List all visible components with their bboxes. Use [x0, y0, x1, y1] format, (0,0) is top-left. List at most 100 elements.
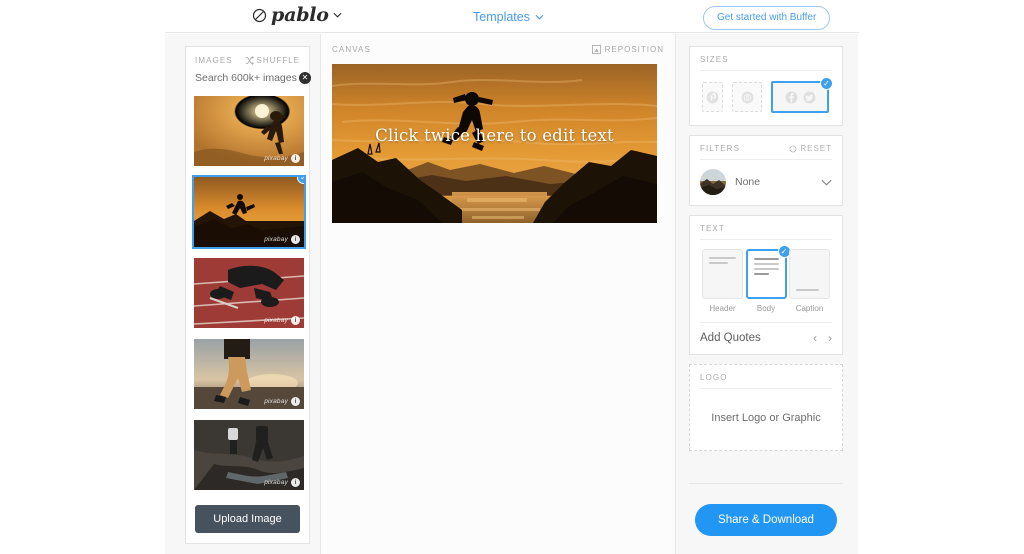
app-header: pablo Templates Get started with Buffer [0, 0, 1024, 33]
reposition-button[interactable]: REPOSITION [591, 45, 664, 54]
circle-slash-icon [252, 8, 267, 22]
images-panel: IMAGES SHUFFLE ✕ [185, 46, 311, 544]
text-preview-header [702, 249, 743, 299]
text-option-body[interactable]: ✓ Body [745, 245, 791, 313]
settings-spacer [689, 460, 843, 483]
image-search-row: ✕ [186, 72, 311, 92]
pablo-logo[interactable]: pablo [252, 4, 342, 26]
filter-selector[interactable]: None [700, 169, 832, 195]
image-thumbnail[interactable]: pixabay i [192, 418, 306, 492]
reset-label: RESET [800, 144, 832, 153]
text-option-header[interactable]: Header [702, 249, 743, 313]
info-icon[interactable]: i [291, 154, 300, 163]
preview-line [753, 258, 779, 260]
templates-menu[interactable]: Templates [473, 10, 544, 24]
canvas-header: CANVAS REPOSITION [332, 45, 664, 64]
shuffle-label: SHUFFLE [256, 56, 300, 65]
search-input[interactable] [195, 72, 299, 84]
pixabay-watermark: pixabay i [264, 235, 300, 244]
preview-line [796, 289, 819, 291]
settings-column: SIZES ✓ FILTERS RESET None TEXT Header ✓… [676, 34, 856, 554]
logo-text: pablo [271, 4, 329, 26]
preview-line [753, 268, 779, 270]
preview-line [753, 273, 769, 275]
image-thumbnail[interactable]: pixabay i [192, 337, 306, 411]
size-option-pinterest[interactable] [702, 82, 723, 112]
facebook-icon [785, 91, 797, 103]
filters-header: FILTERS RESET [700, 144, 832, 160]
info-icon[interactable]: i [291, 235, 300, 244]
image-thumbnail[interactable]: pixabay i [192, 94, 306, 168]
app-body: IMAGES SHUFFLE ✕ [165, 34, 858, 554]
add-quotes-label[interactable]: Add Quotes [700, 332, 761, 344]
images-column: IMAGES SHUFFLE ✕ [165, 34, 320, 554]
sizes-options: ✓ [700, 77, 833, 115]
image-thumbnail[interactable]: pixabay i [192, 256, 306, 330]
info-icon[interactable]: i [291, 478, 300, 487]
clear-search-icon[interactable]: ✕ [299, 72, 311, 84]
image-thumbnail[interactable]: ✓ pixabay i [192, 175, 306, 249]
watermark-text: pixabay [264, 317, 288, 324]
shuffle-icon [245, 56, 254, 65]
text-option-label: Caption [795, 304, 824, 313]
chevron-down-icon[interactable] [821, 179, 832, 186]
watermark-text: pixabay [264, 155, 288, 162]
filter-selected-label: None [735, 176, 761, 188]
get-started-with-buffer-button[interactable]: Get started with Buffer [703, 6, 831, 30]
chevron-down-icon [333, 12, 342, 18]
images-panel-header: IMAGES SHUFFLE [186, 47, 309, 72]
sizes-title: SIZES [700, 55, 729, 64]
shuffle-button[interactable]: SHUFFLE [245, 56, 300, 65]
filter-thumb-art [700, 169, 726, 195]
text-preview-body: ✓ [745, 245, 791, 299]
text-title: TEXT [700, 224, 725, 233]
watermark-text: pixabay [264, 236, 288, 243]
share-divider [689, 483, 843, 484]
thumbnail-list: pixabay i pixabay i pixabay i pixabay i … [192, 92, 306, 497]
canvas-column: CANVAS REPOSITION Click twice here to ed… [320, 34, 676, 554]
insert-logo-dropzone[interactable]: Insert Logo or Graphic [700, 398, 832, 440]
size-option-facebook-twitter[interactable]: ✓ [771, 77, 833, 113]
images-title: IMAGES [195, 56, 233, 65]
reposition-label: REPOSITION [604, 45, 664, 54]
logo-title: LOGO [700, 373, 728, 382]
canvas-title: CANVAS [332, 45, 371, 54]
preview-line [753, 263, 779, 265]
instagram-icon [741, 91, 753, 103]
text-option-caption[interactable]: Caption [789, 249, 830, 313]
sizes-card: SIZES ✓ [689, 46, 843, 126]
canvas-overlay-text[interactable]: Click twice here to edit text [332, 126, 657, 145]
info-icon[interactable]: i [291, 397, 300, 406]
canvas-image[interactable]: Click twice here to edit text [332, 64, 657, 223]
watermark-text: pixabay [264, 398, 288, 405]
twitter-icon [803, 91, 815, 103]
preview-line [709, 262, 728, 264]
reposition-icon [591, 45, 601, 54]
text-header: TEXT [700, 224, 832, 240]
watermark-text: pixabay [264, 479, 288, 486]
add-quotes-row: Add Quotes ‹ › [700, 322, 832, 344]
reset-filters-button[interactable]: RESET [789, 144, 832, 153]
text-options: Header ✓ Body Caption [700, 245, 832, 313]
filter-preview-thumbnail [700, 169, 726, 195]
text-card: TEXT Header ✓ Body Caption Add Quotes ‹ … [689, 215, 843, 355]
logo-header: LOGO [700, 373, 832, 389]
chevron-down-icon [535, 14, 544, 20]
size-option-instagram[interactable] [732, 82, 762, 112]
chevron-left-icon[interactable]: ‹ [813, 332, 817, 344]
text-option-label: Header [709, 304, 736, 313]
preview-line [709, 257, 736, 259]
sizes-header: SIZES [700, 55, 832, 71]
pixabay-watermark: pixabay i [264, 316, 300, 325]
pinterest-icon [706, 91, 719, 103]
pixabay-watermark: pixabay i [264, 154, 300, 163]
info-icon[interactable]: i [291, 316, 300, 325]
share-and-download-button[interactable]: Share & Download [695, 504, 837, 536]
logo-card: LOGO Insert Logo or Graphic [689, 364, 843, 451]
upload-image-button[interactable]: Upload Image [195, 505, 300, 533]
upload-area: Upload Image [186, 497, 309, 543]
quotes-nav: ‹ › [813, 332, 832, 344]
chevron-right-icon[interactable]: › [828, 332, 832, 344]
filters-title: FILTERS [700, 144, 741, 153]
selected-check-icon: ✓ [820, 77, 833, 90]
